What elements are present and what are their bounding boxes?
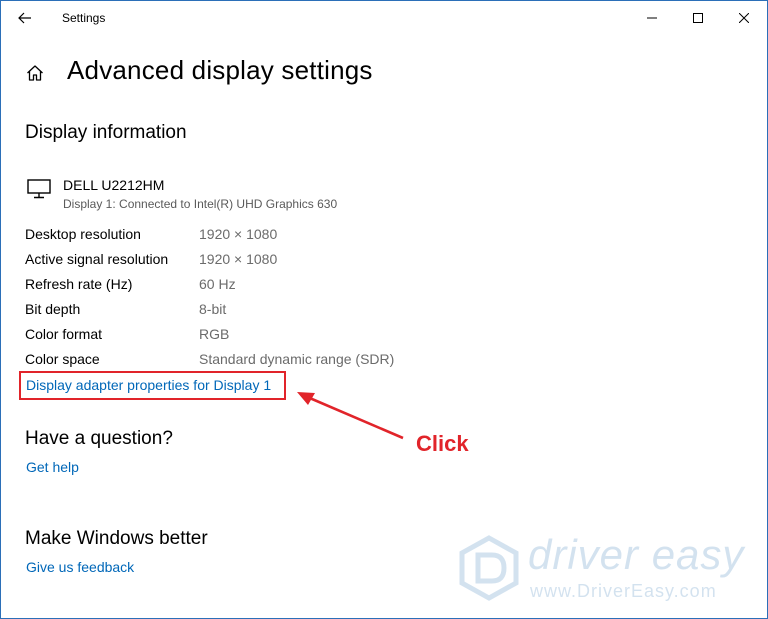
info-row-active-signal-resolution: Active signal resolution 1920 × 1080 [25, 251, 445, 271]
driver-easy-watermark: driver easy www.DriverEasy.com [456, 531, 756, 606]
display-information-heading: Display information [25, 122, 187, 143]
give-us-feedback-link[interactable]: Give us feedback [26, 559, 134, 575]
monitor-icon [27, 179, 51, 199]
driver-easy-logo-icon [459, 535, 519, 601]
home-icon [27, 65, 43, 81]
info-row-color-space: Color space Standard dynamic range (SDR) [25, 351, 445, 371]
info-label: Active signal resolution [25, 251, 169, 267]
have-a-question-heading: Have a question? [25, 428, 173, 449]
back-button[interactable] [11, 7, 39, 29]
info-value: RGB [199, 326, 230, 342]
get-help-link[interactable]: Get help [26, 459, 79, 475]
info-label: Bit depth [25, 301, 81, 317]
monitor-description: Display 1: Connected to Intel(R) UHD Gra… [63, 197, 338, 211]
info-value: 1920 × 1080 [199, 226, 278, 242]
watermark-brand: driver easy [528, 531, 745, 578]
info-value: Standard dynamic range (SDR) [199, 351, 395, 367]
back-arrow-icon [18, 12, 31, 24]
info-row-bit-depth: Bit depth 8-bit [25, 301, 445, 321]
info-value: 8-bit [199, 301, 227, 317]
info-value: 60 Hz [199, 276, 236, 292]
info-label: Color format [25, 326, 103, 342]
info-row-color-format: Color format RGB [25, 326, 445, 346]
info-row-desktop-resolution: Desktop resolution 1920 × 1080 [25, 226, 445, 246]
window-controls [629, 1, 767, 34]
maximize-button[interactable] [675, 1, 721, 34]
display-adapter-properties-link[interactable]: Display adapter properties for Display 1 [26, 377, 271, 393]
minimize-button[interactable] [629, 1, 675, 34]
app-title: Settings [62, 11, 106, 25]
home-button[interactable] [23, 61, 47, 85]
click-annotation-label: Click [416, 431, 469, 456]
close-button[interactable] [721, 1, 767, 34]
make-windows-better-heading: Make Windows better [25, 528, 208, 549]
settings-window: Settings Advanced display settings Displ… [0, 0, 768, 619]
page-title: Advanced display settings [67, 55, 373, 85]
info-label: Desktop resolution [25, 226, 141, 242]
minimize-icon [647, 17, 657, 18]
info-label: Color space [25, 351, 100, 367]
close-icon [739, 12, 749, 23]
annotation-arrow-icon [297, 392, 404, 440]
maximize-icon [693, 12, 703, 23]
title-bar: Settings [1, 1, 767, 34]
monitor-name: DELL U2212HM [63, 177, 165, 193]
info-value: 1920 × 1080 [199, 251, 278, 267]
info-row-refresh-rate: Refresh rate (Hz) 60 Hz [25, 276, 445, 296]
watermark-url: www.DriverEasy.com [530, 581, 717, 601]
info-label: Refresh rate (Hz) [25, 276, 133, 292]
